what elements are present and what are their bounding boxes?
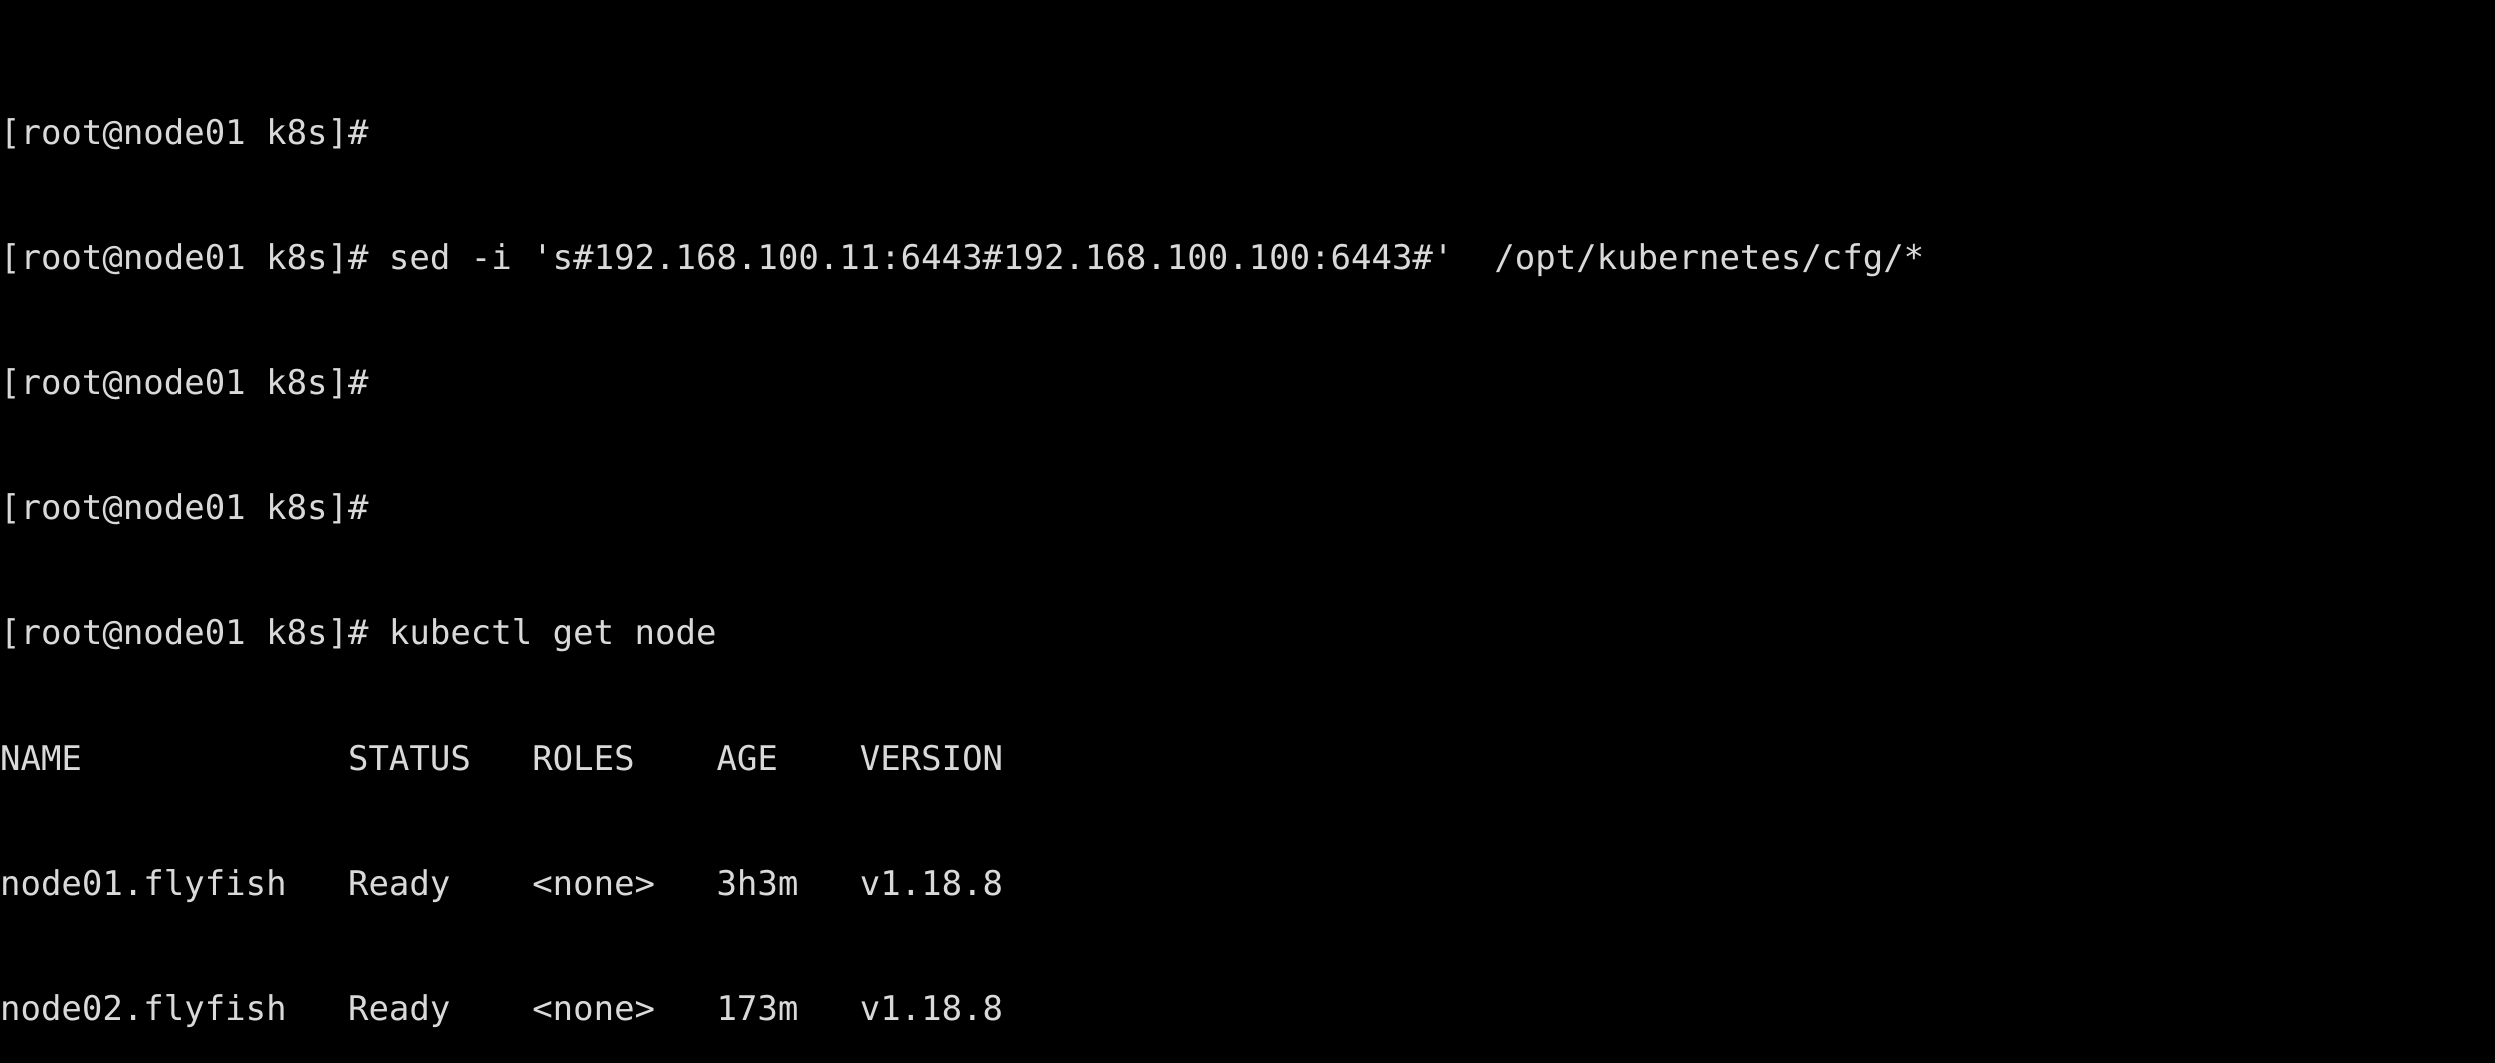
terminal-scrollback: [root@node01 k8s]# [root@node01 k8s]# se… [0, 0, 2495, 1063]
terminal-line-prompt-2: [root@node01 k8s]# [0, 488, 389, 529]
table-row: node02.flyfish Ready <none> 173m v1.18.8 [0, 988, 1004, 1029]
terminal-line-prompt-1: [root@node01 k8s]# [0, 363, 389, 404]
terminal-line-command-kubectl-get-node-1: [root@node01 k8s]# kubectl get node [0, 613, 717, 654]
terminal-window[interactable]: [root@node01 k8s]# [root@node01 k8s]# se… [0, 0, 2495, 1063]
terminal-line-command-sed: [root@node01 k8s]# sed -i 's#192.168.100… [0, 238, 1925, 279]
terminal-line-prompt-0: [root@node01 k8s]# [0, 113, 389, 154]
table-header-row-1: NAME STATUS ROLES AGE VERSION [0, 738, 1004, 779]
table-row: node01.flyfish Ready <none> 3h3m v1.18.8 [0, 863, 1004, 904]
